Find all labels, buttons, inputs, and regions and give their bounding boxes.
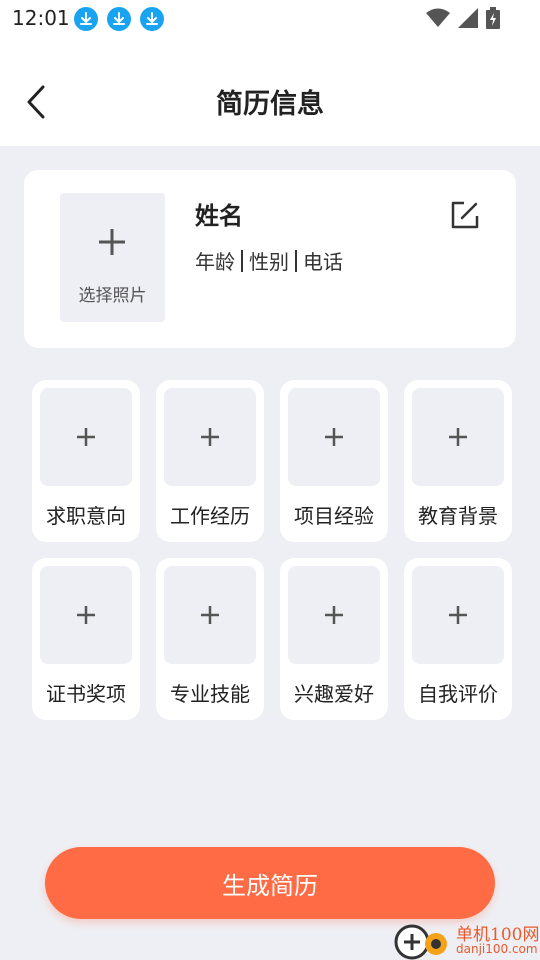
status-bar: 12:01	[0, 0, 540, 36]
section-add-area	[412, 388, 504, 486]
select-photo-label: 选择照片	[78, 286, 147, 306]
profile-name: 姓名	[195, 202, 243, 230]
page-title: 简历信息	[216, 89, 324, 120]
section-label: 自我评价	[418, 682, 498, 706]
watermark-logo-icon	[394, 924, 447, 960]
status-icons	[426, 7, 500, 33]
section-label: 教育背景	[418, 504, 498, 528]
section-hobbies[interactable]: 兴趣爱好	[280, 558, 388, 720]
edit-profile-button[interactable]	[448, 198, 482, 232]
download-icon	[107, 7, 131, 31]
plus-icon	[77, 428, 95, 446]
section-add-area	[40, 566, 132, 664]
plus-icon	[449, 606, 467, 624]
section-job-intention[interactable]: 求职意向	[32, 380, 140, 542]
divider	[241, 249, 243, 272]
profile-age: 年龄	[195, 250, 235, 274]
plus-icon	[77, 606, 95, 624]
section-certificates[interactable]: 证书奖项	[32, 558, 140, 720]
select-photo-button[interactable]: 选择照片	[60, 193, 165, 322]
section-label: 专业技能	[170, 682, 250, 706]
plus-icon	[201, 428, 219, 446]
generate-resume-button[interactable]: 生成简历	[45, 847, 495, 919]
battery-icon	[486, 7, 500, 33]
watermark: 单机100网 danji100.com	[388, 916, 540, 960]
section-label: 兴趣爱好	[294, 682, 374, 706]
section-label: 求职意向	[46, 504, 126, 528]
wifi-icon	[426, 8, 450, 32]
section-education[interactable]: 教育背景	[404, 380, 512, 542]
section-add-area	[164, 388, 256, 486]
section-add-area	[40, 388, 132, 486]
section-add-area	[288, 388, 380, 486]
section-add-area	[412, 566, 504, 664]
plus-icon	[99, 229, 125, 255]
section-self-evaluation[interactable]: 自我评价	[404, 558, 512, 720]
section-add-area	[164, 566, 256, 664]
edit-icon	[451, 201, 479, 229]
profile-gender: 性别	[249, 250, 289, 274]
section-label: 工作经历	[170, 504, 250, 528]
section-label: 项目经验	[294, 504, 374, 528]
download-icon	[140, 7, 164, 31]
section-label: 证书奖项	[46, 682, 126, 706]
section-skills[interactable]: 专业技能	[156, 558, 264, 720]
section-project-experience[interactable]: 项目经验	[280, 380, 388, 542]
watermark-url: danji100.com	[456, 942, 538, 956]
section-add-area	[288, 566, 380, 664]
profile-phone: 电话	[303, 250, 343, 274]
plus-icon	[201, 606, 219, 624]
profile-card: 选择照片 姓名 年龄 性别 电话	[24, 170, 516, 348]
divider	[295, 249, 297, 272]
plus-icon	[449, 428, 467, 446]
section-work-experience[interactable]: 工作经历	[156, 380, 264, 542]
plus-icon	[325, 428, 343, 446]
status-time: 12:01	[12, 6, 70, 30]
header: 简历信息	[0, 36, 540, 146]
signal-icon	[458, 8, 478, 32]
profile-info: 年龄 性别 电话	[195, 246, 343, 275]
plus-icon	[325, 606, 343, 624]
download-icon	[74, 7, 98, 31]
